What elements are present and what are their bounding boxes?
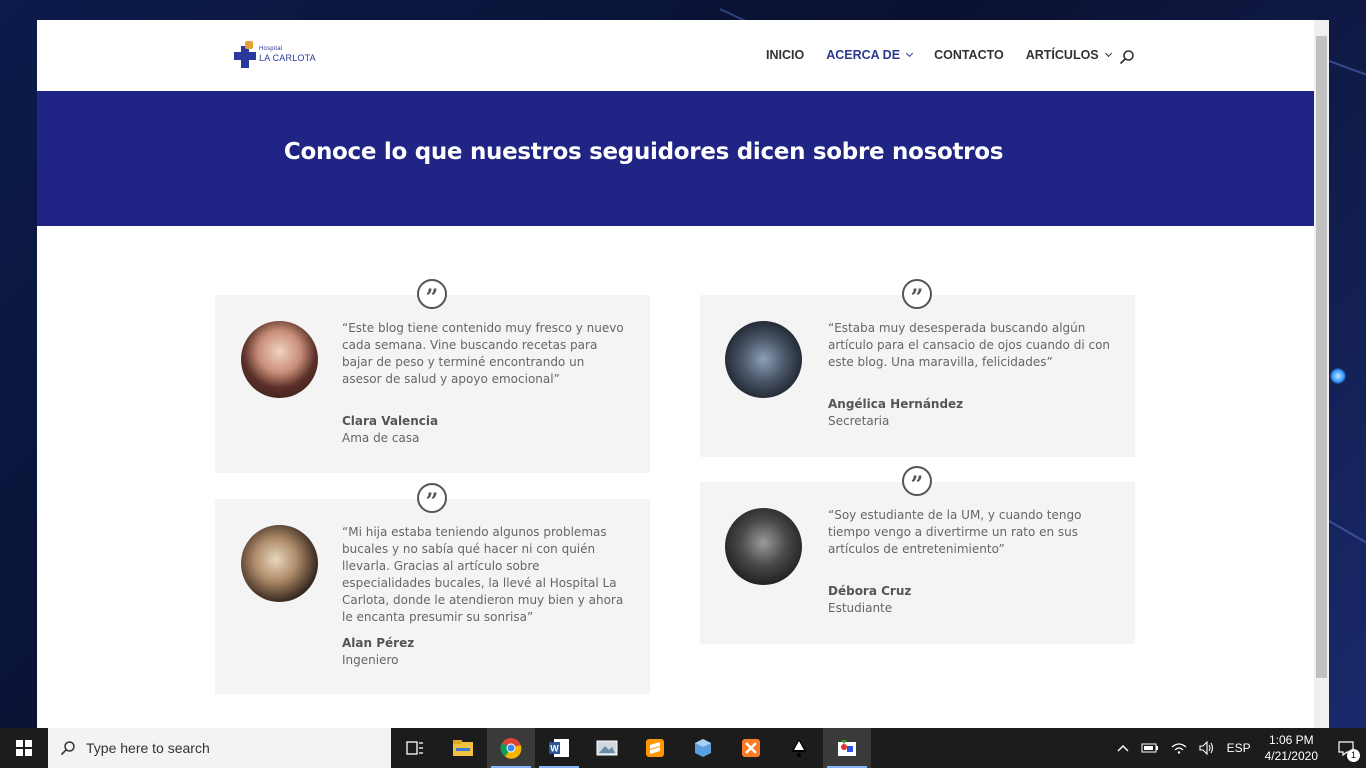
testimonial-quote: “Estaba muy desesperada buscando algún a… (828, 321, 1111, 369)
testimonial-quote: “Mi hija estaba teniendo algunos problem… (342, 525, 624, 624)
vertical-scrollbar[interactable] (1314, 20, 1329, 728)
avatar (725, 508, 802, 585)
scroll-thumb[interactable] (1316, 36, 1327, 678)
testimonial-card: “Este blog tiene contenido muy fresco y … (215, 295, 650, 473)
testimonial-author: Angélica Hernández (828, 397, 964, 411)
word-icon[interactable]: W (535, 728, 583, 768)
inkscape-icon[interactable] (775, 728, 823, 768)
hero-banner: Conoce lo que nuestros seguidores dicen … (37, 91, 1314, 226)
testimonial-author: Clara Valencia (342, 414, 439, 428)
taskbar-search[interactable]: Type here to search (48, 728, 391, 768)
system-tray: ESP 1:06 PM 4/21/2020 1 (1111, 728, 1366, 768)
sublime-text-icon[interactable] (631, 728, 679, 768)
site-logo[interactable]: Hospital LA CARLOTA (232, 40, 316, 70)
chevron-down-icon (1104, 49, 1112, 58)
quote-icon: ” (902, 466, 932, 496)
logo-mark (245, 41, 253, 49)
xampp-icon[interactable] (727, 728, 775, 768)
battery-icon[interactable] (1141, 743, 1159, 753)
testimonial-quote: “Soy estudiante de la UM, y cuando tengo… (828, 508, 1082, 556)
nav-label: ARTÍCULOS (1025, 48, 1099, 62)
svg-text:W: W (550, 744, 559, 754)
paint-icon[interactable] (823, 728, 871, 768)
start-button[interactable] (0, 728, 48, 768)
nav-label: INICIO (766, 48, 805, 62)
system-clock[interactable]: 1:06 PM 4/21/2020 (1265, 732, 1318, 764)
chevron-up-icon[interactable] (1117, 744, 1129, 752)
clock-time: 1:06 PM (1268, 733, 1314, 747)
quote-glyph: ” (910, 472, 924, 498)
photos-icon[interactable] (583, 728, 631, 768)
action-center-button[interactable]: 1 (1326, 728, 1366, 768)
nav-item-acerca-de[interactable]: ACERCA DE (826, 48, 914, 62)
nav-item-contacto[interactable]: CONTACTO (934, 48, 1004, 62)
testimonial-card: “Soy estudiante de la UM, y cuando tengo… (700, 482, 1135, 644)
page-title: Conoce lo que nuestros seguidores dicen … (283, 139, 1004, 165)
chevron-down-icon (906, 49, 914, 58)
quote-icon: ” (417, 279, 447, 309)
search-icon (60, 741, 75, 756)
wifi-icon[interactable] (1171, 742, 1187, 754)
notification-badge: 1 (1347, 749, 1360, 762)
testimonial-card: “Estaba muy desesperada buscando algún a… (700, 295, 1135, 457)
input-language[interactable]: ESP (1227, 741, 1251, 755)
search-placeholder: Type here to search (86, 740, 210, 756)
testimonial-card: “Mi hija estaba teniendo algunos problem… (215, 499, 650, 694)
nav-item-articulos[interactable]: ARTÍCULOS (1025, 48, 1112, 62)
quote-icon: ” (417, 483, 447, 513)
main-nav: INICIO ACERCA DE CONTACTO ARTÍCULOS (766, 48, 1133, 62)
testimonial-author: Alan Pérez (342, 636, 415, 650)
quote-icon: ” (902, 279, 932, 309)
nav-item-inicio[interactable]: INICIO (766, 48, 804, 62)
site-header: Hospital LA CARLOTA INICIO ACERCA DE CON… (37, 20, 1314, 91)
desktop-glow (1330, 368, 1346, 384)
taskbar-apps: W (391, 728, 871, 768)
testimonial-role: Ingeniero (342, 653, 399, 667)
testimonial-role: Estudiante (828, 601, 893, 615)
quote-glyph: ” (425, 489, 439, 515)
logo-cross (234, 52, 256, 60)
logo-name: LA CARLOTA (259, 53, 316, 63)
avatar (241, 321, 318, 398)
desktop-streak (1328, 60, 1366, 83)
quote-glyph: ” (910, 285, 924, 311)
nav-label: CONTACTO (934, 48, 1004, 62)
avatar (725, 321, 802, 398)
testimonial-role: Ama de casa (342, 431, 420, 445)
quote-glyph: ” (425, 285, 439, 311)
virtualbox-icon[interactable] (679, 728, 727, 768)
volume-icon[interactable] (1199, 741, 1215, 755)
browser-window: Hospital LA CARLOTA INICIO ACERCA DE CON… (37, 20, 1329, 728)
chrome-icon[interactable] (487, 728, 535, 768)
windows-logo-icon (16, 740, 32, 756)
avatar (241, 525, 318, 602)
testimonial-role: Secretaria (828, 414, 890, 428)
testimonial-quote: “Este blog tiene contenido muy fresco y … (342, 321, 624, 386)
desktop-streak (1328, 520, 1366, 547)
file-explorer-icon[interactable] (439, 728, 487, 768)
search-icon[interactable] (1119, 49, 1135, 65)
task-view-icon[interactable] (391, 728, 439, 768)
nav-label: ACERCA DE (826, 48, 901, 62)
testimonial-author: Débora Cruz (828, 584, 912, 598)
scroll-up-arrow[interactable] (1314, 20, 1329, 34)
clock-date: 4/21/2020 (1264, 749, 1318, 763)
logo-subtitle: Hospital (259, 46, 283, 52)
windows-taskbar: Type here to search W ESP 1:06 PM 4/21/2… (0, 728, 1366, 768)
